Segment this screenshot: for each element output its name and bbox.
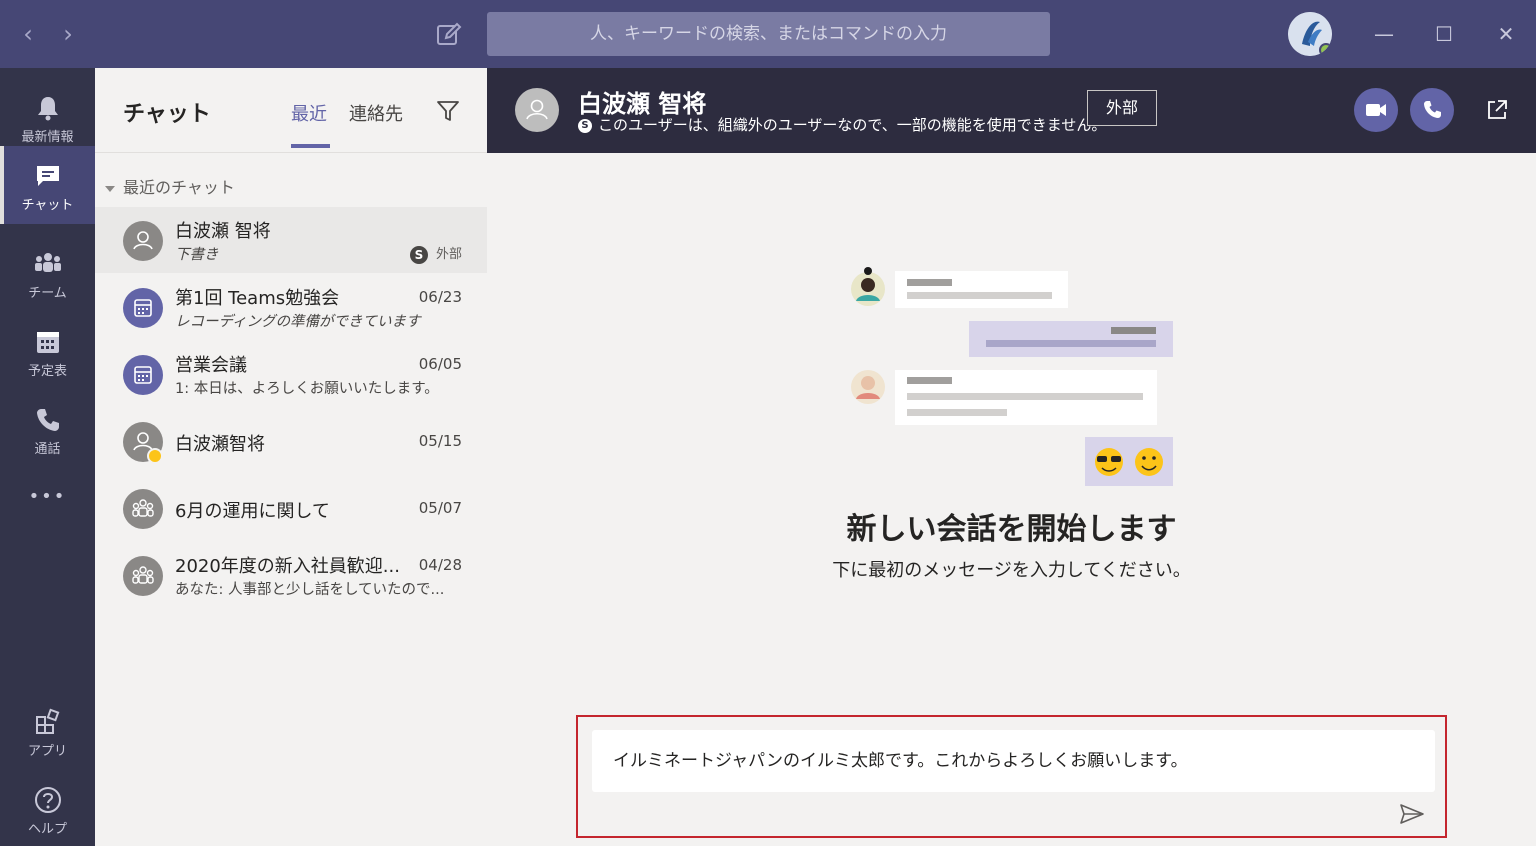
rail-item-teams[interactable]: チーム [0,234,95,312]
external-tag: 外部 [1087,90,1157,126]
phone-icon [36,409,59,431]
help-icon [34,787,61,813]
rail-item-calendar[interactable]: 予定表 [0,312,95,390]
app-rail: 最新情報 チャット チーム 予定表 通話 ••• アプリ ヘルプ [0,68,95,846]
apps-icon [35,708,59,734]
rail-item-calls[interactable]: 通話 [0,390,95,468]
rail-label: 最新情報 [21,130,74,145]
chat-date: 04/28 [418,556,462,574]
teams-icon [34,253,61,272]
message-input[interactable]: イルミネートジャパンのイルミ太郎です。これからよろしくお願いします。 [592,730,1435,792]
chat-name: 6月の運用に関して [175,501,330,522]
rail-label: 予定表 [27,364,67,379]
more-icon: ••• [28,486,67,507]
chat-date: 05/15 [418,432,462,450]
filter-icon[interactable] [435,98,461,124]
rail-item-chat[interactable]: チャット [0,146,95,224]
tab-recent[interactable]: 最近 [291,100,330,148]
popout-icon[interactable] [1485,98,1509,122]
forward-icon[interactable]: › [56,20,80,48]
title-bar: ‹ › 人、キーワードの検索、またはコマンドの入力 — ☐ ✕ [0,0,1536,68]
chat-date: 06/05 [418,355,462,373]
chat-name: 白波瀬智将 [175,434,265,455]
chat-list-pane: チャット 最近 連絡先 最近のチャット 白波瀬 智将 下書き S 外部 第1回 T… [95,68,487,846]
chat-preview: 1: 本日は、よろしくお願いいたします。 [175,381,439,397]
meeting-calendar-icon [123,288,163,328]
search-input[interactable]: 人、キーワードの検索、またはコマンドの入力 [487,12,1050,56]
minimize-button[interactable]: — [1368,18,1400,50]
video-call-button[interactable] [1354,88,1398,132]
conversation-header: 白波瀬 智将 S このユーザーは、組織外のユーザーなので、一部の機能を使用できませ… [487,68,1536,153]
chat-preview: レコーディングの準備ができています [175,314,421,330]
external-notice: S このユーザーは、組織外のユーザーなので、一部の機能を使用できません。 [578,114,1106,135]
rail-label: チャット [21,198,74,213]
rail-item-apps[interactable]: アプリ [0,692,95,770]
person-avatar-icon[interactable] [515,88,559,132]
video-icon [1366,104,1386,116]
recent-chats-section[interactable]: 最近のチャット [105,174,235,198]
caret-down-icon [105,185,115,192]
rail-item-more[interactable]: ••• [0,468,95,528]
chat-name: 白波瀬 智将 [175,221,271,242]
tab-contacts[interactable]: 連絡先 [349,100,403,126]
rail-item-activity[interactable]: 最新情報 [0,78,95,156]
calendar-icon [36,332,59,353]
chat-name: 営業会議 [175,355,247,376]
profile-avatar[interactable] [1288,12,1332,56]
chat-preview: 下書き [175,247,219,263]
back-icon[interactable]: ‹ [16,20,40,48]
external-label: 外部 [435,247,462,262]
empty-state-title: 新しい会話を開始します [846,512,1177,547]
new-chat-icon[interactable] [434,20,462,48]
skype-icon: S [409,245,428,264]
empty-chat-illustration [851,267,1173,486]
chat-list-header: チャット 最近 連絡先 [95,68,487,153]
chat-list-item[interactable]: 白波瀬智将 05/15 [95,408,487,474]
meeting-calendar-icon [123,355,163,395]
maximize-button[interactable]: ☐ [1428,18,1460,50]
presence-available-icon [1319,43,1332,56]
external-notice-text: このユーザーは、組織外のユーザーなので、一部の機能を使用できません。 [598,116,1107,134]
compose-box: イルミネートジャパンのイルミ太郎です。これからよろしくお願いします。 [576,715,1447,838]
external-badge: S 外部 [409,243,462,264]
chat-preview: あなた: 人事部と少し話をしていたので... [175,582,445,598]
group-chat-icon [123,489,163,529]
rail-label: チーム [28,286,67,301]
chat-date: 06/23 [418,288,462,306]
page-title: チャット [123,102,211,127]
audio-call-button[interactable] [1410,88,1454,132]
chat-list-item[interactable]: 第1回 Teams勉強会 レコーディングの準備ができています 06/23 [95,274,487,340]
section-title: 最近のチャット [123,178,235,197]
rail-label: 通話 [34,442,61,457]
chat-list-item[interactable]: 白波瀬 智将 下書き S 外部 [95,207,487,273]
chat-date: 05/07 [418,499,462,517]
chat-name: 2020年度の新入社員歓迎... [175,556,400,577]
bell-icon [37,97,58,121]
chat-list-item[interactable]: 2020年度の新入社員歓迎... あなた: 人事部と少し話をしていたので... … [95,542,487,608]
rail-label: アプリ [27,744,67,759]
chat-icon [36,166,59,186]
clock-status-icon [147,448,163,464]
person-avatar-icon [123,221,163,261]
empty-state-subtitle: 下に最初のメッセージを入力してください。 [832,560,1191,581]
close-button[interactable]: ✕ [1490,18,1522,50]
rail-item-help[interactable]: ヘルプ [0,770,95,846]
chat-list-item[interactable]: 営業会議 1: 本日は、よろしくお願いいたします。 06/05 [95,341,487,407]
chat-list-item[interactable]: 6月の運用に関して 05/07 [95,475,487,541]
chat-name: 第1回 Teams勉強会 [175,288,340,309]
rail-label: ヘルプ [27,822,67,837]
send-icon[interactable] [1398,801,1426,827]
phone-icon [1424,101,1441,118]
group-chat-icon [123,556,163,596]
skype-icon: S [578,118,592,133]
